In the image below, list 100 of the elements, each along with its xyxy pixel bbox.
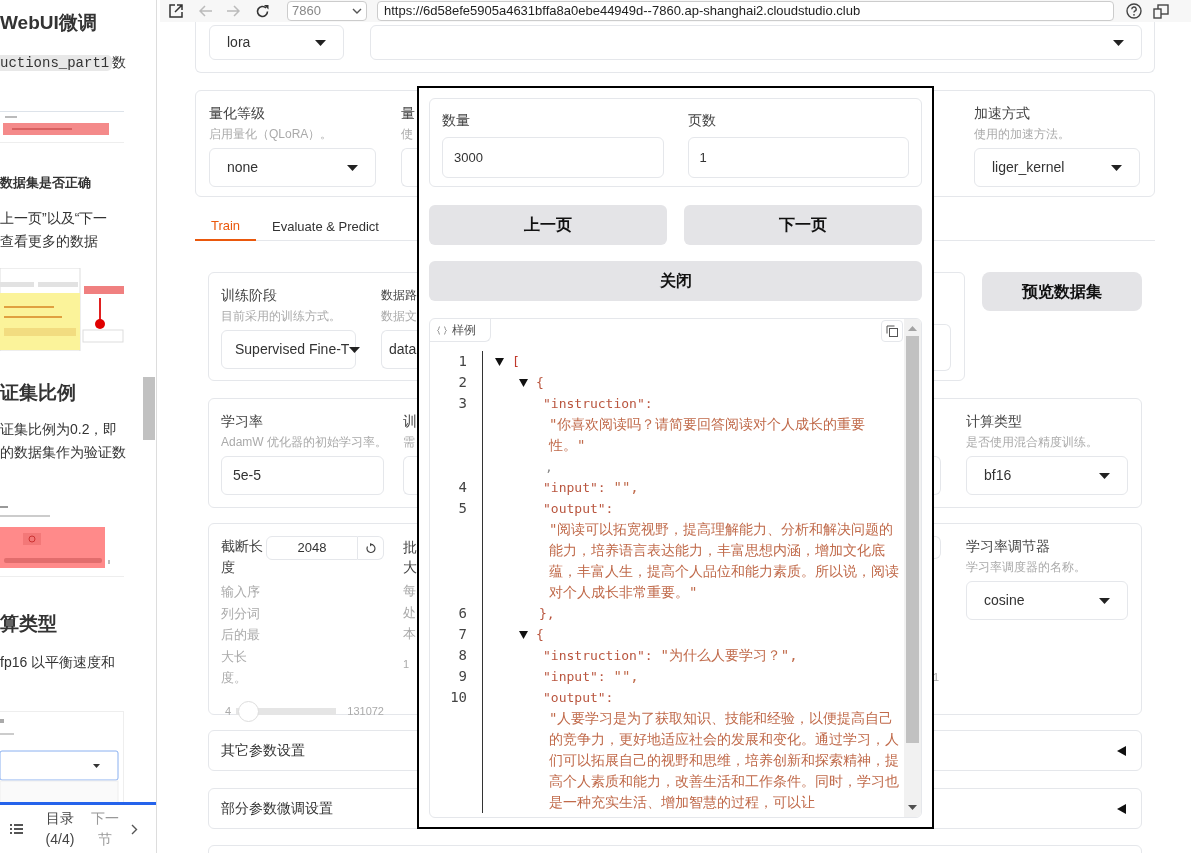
input-field[interactable]: 3000: [442, 137, 664, 178]
field-label: 页数: [687, 111, 717, 130]
slider-value: 1: [403, 656, 411, 671]
code-text: "output":: [543, 689, 615, 707]
next-page-button[interactable]: 下一页: [684, 205, 922, 245]
field-label: 量: [401, 104, 416, 123]
line-number: 10: [449, 688, 467, 707]
dropdown[interactable]: bf16: [966, 456, 1128, 495]
code-text: "output":: [543, 500, 615, 518]
scrollbar-thumb[interactable]: [143, 377, 155, 440]
field-label: 训: [403, 412, 418, 431]
dropdown[interactable]: lora: [209, 25, 344, 60]
field-description: 学习率调度器的名称。: [966, 559, 1087, 576]
caret-icon: [1099, 597, 1110, 604]
port-select[interactable]: 7860: [287, 1, 367, 21]
doc-heading: 数据集是否正确: [0, 174, 92, 192]
address-bar[interactable]: https://6d58efe5905a4631bffa8a0ebe44949d--7860.ap-shanghai2.cloudstudio.club: [377, 1, 1114, 21]
field-description: 目前采用的训练方式。: [221, 308, 342, 325]
code-text: {: [536, 374, 544, 392]
field-description: 数据文: [381, 308, 418, 325]
doc-paragraph: 证集比例为0.2，即 的数据集作为验证数: [0, 420, 127, 462]
scroll-down-icon[interactable]: [908, 805, 917, 810]
field-description: 每处本: [403, 582, 417, 643]
scrollbar[interactable]: [904, 319, 921, 817]
close-button[interactable]: 关闭: [429, 261, 922, 301]
caret-icon: [1113, 39, 1124, 46]
line-number: 1: [457, 352, 467, 371]
reset-button[interactable]: [358, 536, 384, 560]
tab[interactable]: Evaluate & Predict: [256, 213, 395, 240]
doc-paragraph: uctions_part1 数: [0, 53, 128, 73]
code-text: "input": "",: [543, 667, 640, 686]
code-string: "你喜欢阅读吗？请简要回答阅读对个人成长的重要性。": [549, 415, 867, 455]
copy-icon: [886, 325, 898, 337]
field-description: 使用的加速方法。: [974, 126, 1071, 143]
line-number: 3: [457, 394, 467, 413]
number-input[interactable]: 2048: [266, 536, 358, 560]
collapse-toggle-icon[interactable]: [495, 357, 504, 366]
field-label: 数量: [442, 111, 471, 130]
help-icon[interactable]: [1126, 3, 1142, 19]
code-string: "阅读可以拓宽视野，提高理解能力、分析和解决问题的能力，培养语言表达能力，丰富思想内涵，增加文化底蕴，丰富人生，提高个人品位和能力素质。所以说，阅读对个人成长非常重要。": [549, 520, 900, 602]
doc-paragraph: 上一页”以及“下一 查看更多的数据: [0, 209, 109, 251]
input-field[interactable]: 5e-5: [221, 456, 384, 495]
slider-thumb[interactable]: [237, 700, 259, 722]
slider-max-label: 131072: [347, 703, 384, 719]
field-label: 量化等级: [209, 104, 266, 123]
toc-link[interactable]: 目录 (4/4): [42, 808, 78, 850]
field-description: 启用量化（QLoRA）。: [209, 126, 334, 143]
field-label: 训练阶段: [221, 286, 278, 305]
list-icon[interactable]: [10, 823, 23, 835]
field-description: 输入序列分词后的最大长度。: [221, 583, 261, 687]
doc-heading: 算类型: [0, 612, 58, 636]
collapse-toggle-icon[interactable]: [519, 630, 528, 639]
braces-icon: [437, 325, 447, 335]
reload-icon[interactable]: [255, 3, 270, 19]
code-text: },: [539, 605, 556, 623]
field-label: 数据路: [381, 287, 418, 304]
field-label: 批大: [403, 538, 417, 577]
preview-dataset-button[interactable]: 预览数据集: [982, 272, 1142, 311]
caret-icon: [1111, 164, 1122, 171]
code-text: "instruction": "为什么人要学习？",: [543, 646, 799, 665]
tab[interactable]: Train: [195, 213, 256, 241]
field-label: 加速方式: [974, 104, 1031, 123]
field-label: 截断长度: [221, 537, 264, 577]
field-description: 需: [403, 434, 416, 451]
scrollbar-thumb[interactable]: [906, 336, 919, 743]
caret-icon: [349, 346, 361, 353]
code-text: "input": "",: [543, 478, 640, 497]
caret-icon: [1099, 472, 1110, 479]
field-label: 计算类型: [966, 412, 1023, 431]
chevron-right-icon[interactable]: [131, 823, 138, 835]
field-label: 学习率: [221, 412, 264, 431]
block-label-text: 样例: [452, 322, 476, 339]
reset-icon: [365, 542, 376, 554]
line-number: 5: [457, 499, 467, 518]
code-text: {: [536, 626, 544, 644]
line-number: 2: [457, 373, 467, 392]
line-number: 7: [457, 625, 467, 644]
code-text: ,: [545, 458, 554, 476]
collapse-toggle-icon[interactable]: [519, 378, 528, 387]
dropdown[interactable]: none: [209, 148, 376, 187]
doc-heading: 证集比例: [0, 381, 77, 405]
field-label: 学习率调节器: [966, 537, 1051, 556]
code-text: "instruction":: [543, 395, 654, 413]
share-icon[interactable]: [169, 4, 183, 18]
chevron-down-icon: [352, 8, 362, 14]
field-description: 是否使用混合精度训练。: [966, 434, 1099, 451]
field-description: AdamW 优化器的初始学习率。: [221, 434, 384, 451]
previous-page-button[interactable]: 上一页: [429, 205, 667, 245]
line-number: 8: [457, 646, 467, 665]
windows-icon[interactable]: [1153, 3, 1169, 19]
caret-icon: [347, 164, 358, 171]
field-description: 使: [401, 126, 414, 143]
slider-max-label: 1: [932, 670, 941, 684]
input-field[interactable]: 1: [687, 137, 909, 178]
dropdown[interactable]: liger_kernel: [974, 148, 1140, 187]
copy-button[interactable]: [881, 320, 903, 342]
line-number: 6: [457, 604, 467, 623]
doc-paragraph: fp16 以平衡速度和: [0, 653, 117, 672]
dropdown[interactable]: cosine: [966, 581, 1128, 620]
code-text: [: [512, 353, 520, 371]
